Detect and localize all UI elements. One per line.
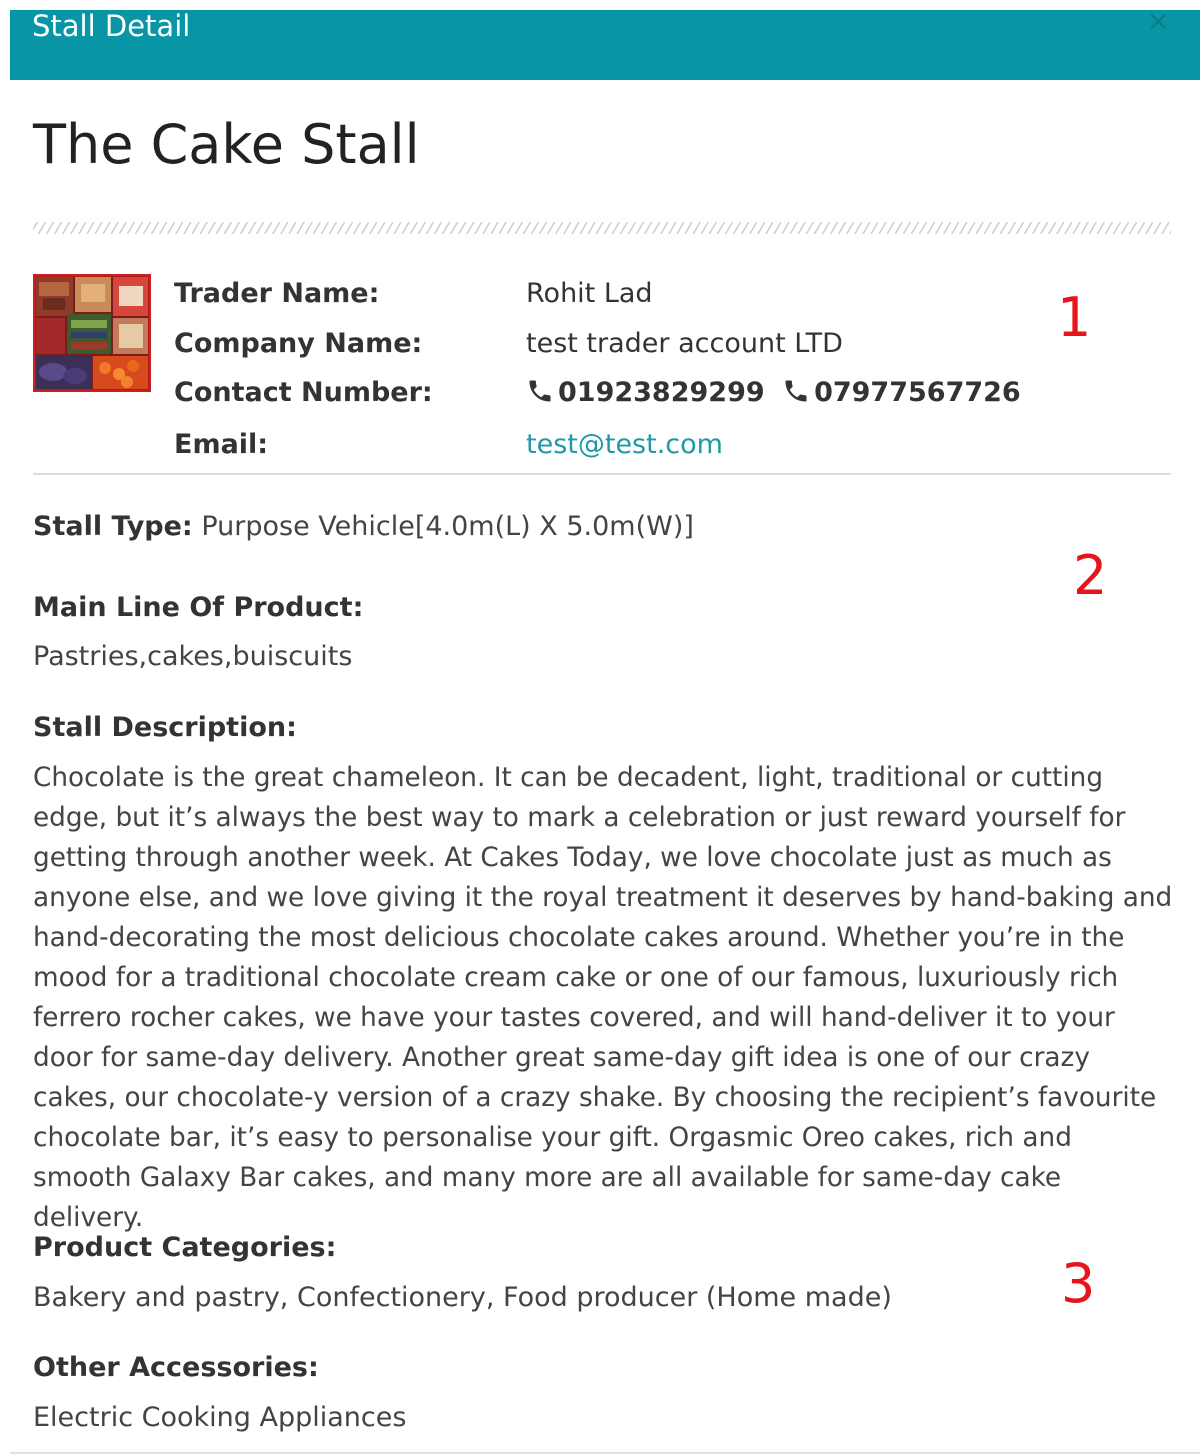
- stall-description-label: Stall Description:: [33, 712, 297, 743]
- annotation-2: 2: [1073, 544, 1108, 607]
- trader-name-value: Rohit Lad: [526, 278, 653, 309]
- product-categories-label: Product Categories:: [33, 1232, 337, 1263]
- phone-number-1[interactable]: 01923829299: [558, 377, 765, 408]
- hatched-divider: [33, 222, 1171, 234]
- other-accessories-value: Electric Cooking Appliances: [33, 1402, 407, 1433]
- product-categories-value: Bakery and pastry, Confectionery, Food p…: [33, 1282, 892, 1313]
- company-name-value: test trader account LTD: [526, 328, 843, 359]
- phone-icon: [529, 380, 551, 402]
- section-divider: [33, 473, 1171, 475]
- modal-header: Stall Detail ×: [10, 6, 1200, 80]
- modal-title: Stall Detail: [32, 9, 191, 43]
- close-icon[interactable]: ×: [1147, 6, 1170, 36]
- main-line-value: Pastries,cakes,buiscuits: [33, 641, 353, 672]
- email-label: Email:: [174, 429, 269, 460]
- company-name-label: Company Name:: [174, 328, 423, 359]
- stall-type-value: Purpose Vehicle[4.0m(L) X 5.0m(W)]: [201, 511, 694, 542]
- modal-bottom-border: [10, 1452, 1200, 1454]
- food-collage-image: [35, 276, 149, 390]
- trader-name-label: Trader Name:: [174, 278, 380, 309]
- stall-description-value: Chocolate is the great chameleon. It can…: [33, 763, 1173, 1233]
- stall-title: The Cake Stall: [33, 113, 420, 176]
- stall-type-row: Stall Type: Purpose Vehicle[4.0m(L) X 5.…: [33, 510, 694, 544]
- annotation-1: 1: [1057, 286, 1092, 349]
- contact-number-label: Contact Number:: [174, 377, 433, 408]
- phone-icon: [785, 380, 807, 402]
- email-value: test@test.com: [526, 428, 723, 462]
- contact-numbers: 01923829299 07977567726: [526, 376, 1021, 410]
- email-link[interactable]: test@test.com: [526, 429, 723, 460]
- annotation-3: 3: [1061, 1252, 1096, 1315]
- other-accessories-label: Other Accessories:: [33, 1352, 319, 1383]
- phone-number-2[interactable]: 07977567726: [814, 377, 1021, 408]
- stall-thumbnail[interactable]: [33, 274, 151, 392]
- stall-type-label: Stall Type:: [33, 511, 193, 542]
- main-line-label: Main Line Of Product:: [33, 592, 364, 623]
